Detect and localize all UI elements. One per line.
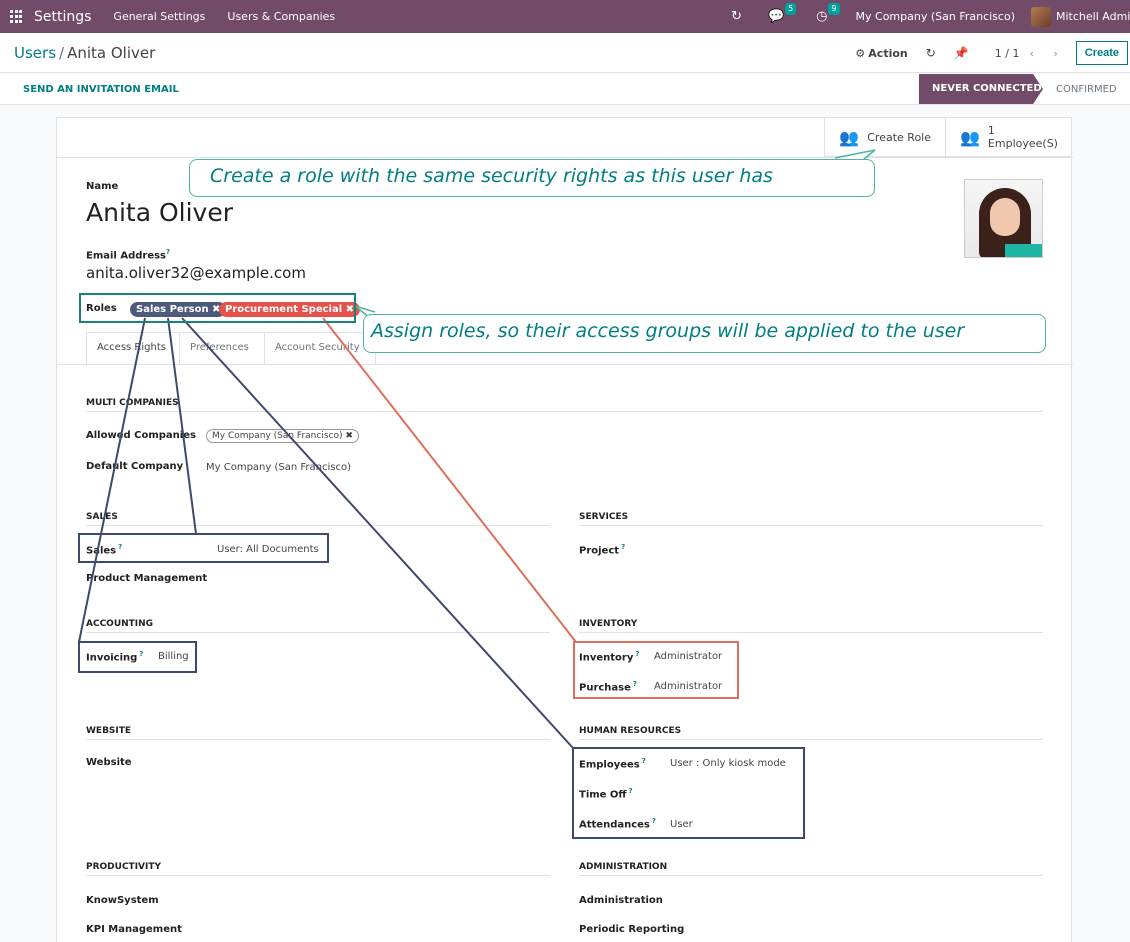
section-line [579,739,1043,740]
help-mark[interactable]: ? [166,248,170,256]
section-administration: ADMINISTRATION [579,862,668,872]
debug-icon[interactable]: ↻ [731,9,742,24]
default-company-field[interactable]: My Company (San Francisco) [206,462,351,473]
tab-preferences[interactable]: Preferences [179,332,265,364]
form-tabs: Access Rights Preferences Account Securi… [86,332,376,364]
breadcrumb-separator: / [59,44,65,62]
section-sales: SALES [86,512,118,522]
chat-badge: 5 [785,3,797,15]
breadcrumb-current: Anita Oliver [67,44,156,62]
users-icon: 👥 [960,127,980,147]
smart-button-box: 👥 Create Role 👥 1 Employee(S) [824,118,1071,157]
sales-highlight-box [78,533,329,563]
breadcrumb: Users / Anita Oliver [14,44,155,62]
apps-menu-icon[interactable] [10,9,24,24]
section-line [86,632,550,633]
top-navbar: Settings General Settings Users & Compan… [0,0,1130,33]
knowsystem-label: KnowSystem [86,895,159,906]
product-management-label: Product Management [86,573,208,584]
section-line [86,411,1043,412]
name-label: Name [86,181,119,192]
activity-badge: 9 [828,3,840,15]
section-line [86,525,550,526]
user-avatar[interactable] [1031,6,1051,27]
gear-icon: ⚙ [855,46,866,60]
section-line [579,875,1043,876]
section-line [579,632,1043,633]
callout-assign-roles: Assign roles, so their access groups wil… [363,314,1046,353]
allowed-company-tag[interactable]: My Company (San Francisco) ✖ [206,429,359,443]
section-accounting: ACCOUNTING [86,619,154,629]
section-human-resources: HUMAN RESOURCES [579,726,682,736]
stage-never-connected[interactable]: NEVER CONNECTED [919,74,1043,104]
form-sheet: 👥 Create Role 👥 1 Employee(S) Name Anita … [56,117,1073,942]
pager-value[interactable]: 1 / 1 [995,47,1020,60]
section-line [86,875,550,876]
photo-face [990,198,1020,236]
employee-count: 1 [987,124,995,137]
roles-highlight-box [79,293,356,323]
pager-arrows[interactable]: ‹ › [1029,47,1065,60]
divider [57,157,1073,158]
hr-highlight-box [572,747,805,839]
app-title[interactable]: Settings [34,9,91,25]
kpi-management-label: KPI Management [86,924,182,935]
section-line [86,739,550,740]
tab-account-security[interactable]: Account Security [264,332,376,364]
employee-label: Employee(S) [987,137,1058,150]
section-inventory: INVENTORY [579,619,638,629]
create-button[interactable]: Create [1075,41,1128,65]
create-role-button[interactable]: 👥 Create Role [824,118,945,156]
user-photo[interactable] [964,179,1043,258]
administration-label: Administration [579,895,663,906]
control-panel-actions: ⚙ Action ↻ 📌 1 / 1 ‹ › Create [855,33,1130,73]
default-company-label: Default Company [86,461,184,472]
tab-divider [57,364,1073,365]
periodic-reporting-label: Periodic Reporting [579,924,685,935]
photo-top [1005,244,1042,257]
company-switcher[interactable]: My Company (San Francisco) [856,10,1015,23]
project-label-text: Project [579,545,620,557]
website-label: Website [86,757,132,768]
menu-users-companies[interactable]: Users & Companies [227,10,335,23]
section-website: WEBSITE [86,726,132,736]
send-invitation-button[interactable]: SEND AN INVITATION EMAIL [23,84,179,95]
section-multi-companies: MULTI COMPANIES [86,398,179,408]
employees-text: 1 Employee(S) [988,124,1058,150]
chat-icon[interactable]: 💬 5 [768,3,797,24]
navbar-systray: ↻ 💬 5 ◷ 9 My Company (San Francisco) Mitch… [721,0,1130,33]
section-services: SERVICES [579,512,629,522]
refresh-icon[interactable]: ↻ [926,46,936,60]
status-bar: SEND AN INVITATION EMAIL NEVER CONNECTED… [0,74,1130,105]
help-mark[interactable]: ? [621,543,625,551]
allowed-companies-label: Allowed Companies [86,430,196,441]
pin-icon[interactable]: 📌 [954,46,969,60]
action-label: Action [868,46,908,60]
control-panel: Users / Anita Oliver ⚙ Action ↻ 📌 1 / 1 ‹ ›… [0,33,1130,73]
email-label: Email Address? [86,248,170,261]
action-button[interactable]: ⚙ Action [855,47,907,60]
email-field[interactable]: anita.oliver32@example.com [86,264,306,282]
section-line [579,525,1043,526]
activity-icon[interactable]: ◷ 9 [816,3,840,24]
email-label-text: Email Address [86,250,167,262]
menu-general-settings[interactable]: General Settings [113,10,205,23]
create-role-label: Create Role [867,130,931,144]
name-field[interactable]: Anita Oliver [86,198,233,227]
employees-button[interactable]: 👥 1 Employee(S) [945,118,1071,156]
callout-create-role: Create a role with the same security rig… [189,159,875,197]
stage-confirmed[interactable]: CONFIRMED [1056,84,1117,95]
user-menu[interactable]: Mitchell Admin [1056,10,1130,23]
inventory-highlight-box [573,641,739,699]
breadcrumb-users[interactable]: Users [14,44,56,62]
invoicing-highlight-box [78,641,197,673]
project-label: Project? [579,543,625,556]
users-icon: 👥 [839,127,860,147]
tab-access-rights[interactable]: Access Rights [86,332,180,364]
section-productivity: PRODUCTIVITY [86,862,162,872]
